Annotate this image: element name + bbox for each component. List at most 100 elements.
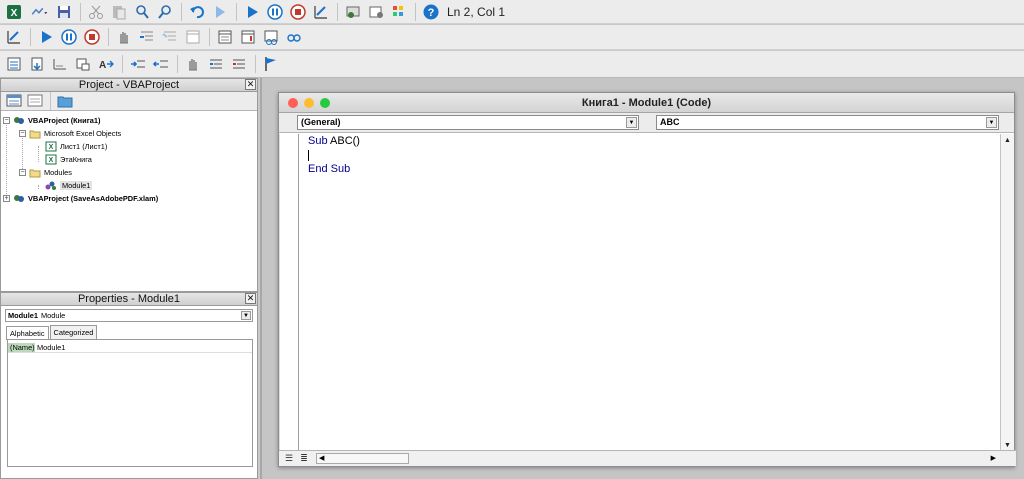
quick-watch-icon[interactable] — [283, 27, 305, 47]
properties-title-text: Properties - Module1 — [77, 293, 181, 305]
chevron-down-icon[interactable]: ▼ — [241, 311, 251, 320]
pause-icon[interactable] — [58, 27, 80, 47]
chevron-down-icon[interactable]: ▼ — [986, 117, 997, 128]
insert-module-icon[interactable] — [26, 2, 52, 22]
scroll-up-arrow-icon[interactable]: ▲ — [1002, 135, 1013, 146]
quick-info-icon[interactable] — [49, 54, 71, 74]
collapse-icon[interactable]: − — [19, 168, 26, 176]
folder-icon — [29, 167, 41, 178]
properties-panel-title: Properties - Module1 ✕ — [1, 293, 257, 306]
redo-icon[interactable] — [209, 2, 231, 22]
separator — [209, 28, 210, 46]
list-constants-icon[interactable] — [26, 54, 48, 74]
tree-item-vbaproject[interactable]: − VBAProject (Книга1) — [3, 114, 100, 126]
stop-icon[interactable] — [81, 27, 103, 47]
step-into-icon[interactable] — [136, 27, 158, 47]
view-object-icon[interactable] — [4, 93, 24, 110]
tab-categorized[interactable]: Categorized — [49, 325, 98, 339]
run-icon[interactable] — [241, 2, 263, 22]
tab-alphabetic[interactable]: Alphabetic — [6, 326, 49, 340]
code-line[interactable] — [308, 148, 360, 162]
immediate-window-icon[interactable] — [237, 27, 259, 47]
tree-item-module1[interactable]: Module1 — [45, 179, 93, 191]
stop-icon[interactable] — [287, 2, 309, 22]
code-text[interactable]: Sub ABC() End Sub — [308, 134, 360, 176]
scroll-right-arrow-icon[interactable]: ▶ — [991, 453, 996, 464]
project-explorer-icon[interactable] — [342, 2, 364, 22]
module-icon — [45, 180, 57, 191]
svg-text:A: A — [99, 60, 106, 71]
properties-window-icon[interactable] — [365, 2, 387, 22]
scroll-left-arrow-icon[interactable]: ◀ — [319, 454, 324, 464]
close-window-button[interactable] — [288, 98, 298, 108]
separator — [415, 2, 416, 21]
expand-icon[interactable]: + — [3, 194, 10, 202]
folder-icon — [29, 128, 41, 139]
excel-icon[interactable]: X — [3, 2, 25, 22]
separator — [50, 92, 51, 110]
outdent-icon[interactable] — [150, 54, 172, 74]
toggle-breakpoint-hand-icon[interactable] — [113, 27, 135, 47]
comment-block-icon[interactable] — [205, 54, 227, 74]
step-out-icon[interactable] — [182, 27, 204, 47]
design-mode-icon[interactable] — [3, 27, 25, 47]
view-code-icon[interactable] — [25, 93, 45, 110]
design-mode-icon[interactable] — [310, 2, 332, 22]
horizontal-scrollbar[interactable]: ◀ — [316, 453, 409, 464]
code-line[interactable]: End Sub — [308, 162, 360, 176]
code-editor[interactable]: Sub ABC() End Sub — [279, 134, 1001, 452]
workbook-icon: X — [45, 154, 57, 165]
property-row[interactable]: (Name) Module1 — [8, 343, 252, 353]
zoom-window-button[interactable] — [320, 98, 330, 108]
parameter-info-icon[interactable] — [72, 54, 94, 74]
margin-indicator-bar[interactable] — [280, 134, 299, 452]
indent-icon[interactable] — [127, 54, 149, 74]
close-icon[interactable]: ✕ — [245, 79, 256, 90]
tree-line — [38, 146, 39, 162]
find-next-icon[interactable] — [154, 2, 176, 22]
toggle-breakpoint-hand-icon[interactable] — [182, 54, 204, 74]
pause-icon[interactable] — [264, 2, 286, 22]
procedure-view-icon[interactable]: ☰ — [281, 453, 297, 464]
collapse-icon[interactable]: − — [3, 116, 10, 124]
run-icon[interactable] — [35, 27, 57, 47]
separator — [177, 55, 178, 73]
complete-word-icon[interactable]: A — [95, 54, 117, 74]
tree-item-modules[interactable]: − Modules — [19, 166, 72, 178]
find-icon[interactable] — [131, 2, 153, 22]
collapse-icon[interactable]: − — [19, 129, 26, 137]
code-window: Книга1 - Module1 (Code) (General) ▼ ABC … — [278, 92, 1016, 467]
minimize-window-button[interactable] — [304, 98, 314, 108]
close-icon[interactable]: ✕ — [245, 293, 256, 304]
tree-item-thisworkbook[interactable]: X ЭтаКнига — [45, 153, 92, 165]
uncomment-block-icon[interactable] — [228, 54, 250, 74]
object-type: Module — [40, 311, 66, 320]
tree-item-saveasadobepdf[interactable]: + VBAProject (SaveAsAdobePDF.xlam) — [3, 192, 158, 204]
save-icon[interactable] — [53, 2, 75, 22]
tree-item-excel-objects[interactable]: − Microsoft Excel Objects — [19, 127, 121, 139]
toggle-folders-icon[interactable] — [55, 93, 75, 110]
edit-toolbar: A — [0, 51, 1024, 78]
code-line[interactable]: Sub ABC() — [308, 134, 360, 148]
object-selector[interactable]: Module1 Module ▼ — [5, 309, 253, 322]
watch-window-icon[interactable] — [260, 27, 282, 47]
toggle-bookmark-flag-icon[interactable] — [260, 54, 282, 74]
tree-item-sheet1[interactable]: X Лист1 (Лист1) — [45, 140, 107, 152]
toolbox-icon[interactable] — [388, 2, 410, 22]
vertical-scrollbar[interactable]: ▲ ▼ — [1000, 134, 1014, 452]
cut-icon[interactable] — [85, 2, 107, 22]
help-icon[interactable]: ? — [420, 2, 442, 22]
property-value[interactable]: Module1 — [35, 343, 65, 352]
paste-icon[interactable] — [108, 2, 130, 22]
code-window-titlebar: Книга1 - Module1 (Code) — [279, 93, 1014, 113]
full-module-view-icon[interactable]: ≣ — [296, 453, 312, 464]
chevron-down-icon[interactable]: ▼ — [626, 117, 637, 128]
cursor-position-status: Ln 2, Col 1 — [447, 4, 506, 19]
object-name: Module1 — [8, 311, 38, 320]
object-combo[interactable]: (General) ▼ — [297, 115, 639, 130]
list-properties-icon[interactable] — [3, 54, 25, 74]
locals-window-icon[interactable] — [214, 27, 236, 47]
undo-icon[interactable] — [186, 2, 208, 22]
procedure-combo[interactable]: ABC ▼ — [656, 115, 999, 130]
step-over-icon[interactable] — [159, 27, 181, 47]
